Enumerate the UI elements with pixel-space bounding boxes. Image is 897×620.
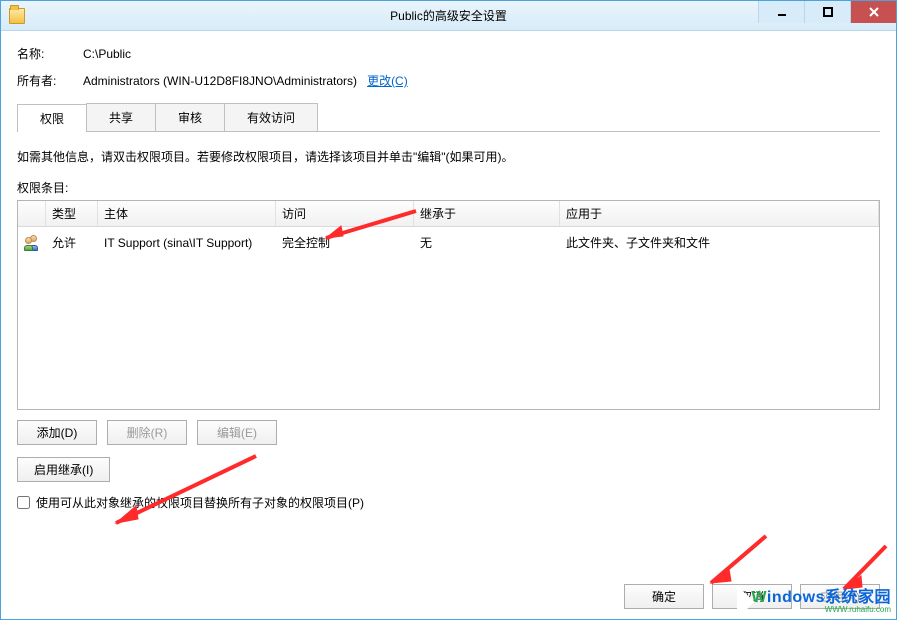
col-type[interactable]: 类型 bbox=[46, 201, 98, 226]
apply-button[interactable]: 应用(A) bbox=[800, 584, 880, 609]
minimize-button[interactable] bbox=[758, 1, 804, 23]
table-row[interactable]: 允许 IT Support (sina\IT Support) 完全控制 无 此… bbox=[18, 227, 879, 258]
replace-child-permissions-label[interactable]: 使用可从此对象继承的权限项目替换所有子对象的权限项目(P) bbox=[36, 494, 364, 511]
add-button[interactable]: 添加(D) bbox=[17, 420, 97, 445]
cell-apply: 此文件夹、子文件夹和文件 bbox=[560, 230, 879, 255]
change-owner-link[interactable]: 更改(C) bbox=[367, 72, 408, 89]
col-access[interactable]: 访问 bbox=[276, 201, 414, 226]
cell-inherit: 无 bbox=[414, 230, 560, 255]
annotation-arrow bbox=[701, 531, 771, 591]
cell-principal: IT Support (sina\IT Support) bbox=[98, 232, 276, 254]
tab-permissions[interactable]: 权限 bbox=[17, 104, 87, 132]
close-button[interactable] bbox=[850, 1, 896, 23]
grid-header: 类型 主体 访问 继承于 应用于 bbox=[18, 201, 879, 227]
cell-access: 完全控制 bbox=[276, 230, 414, 255]
col-inherit[interactable]: 继承于 bbox=[414, 201, 560, 226]
col-principal[interactable]: 主体 bbox=[98, 201, 276, 226]
permission-grid[interactable]: 类型 主体 访问 继承于 应用于 允许 IT Support (sina\IT … bbox=[17, 200, 880, 410]
titlebar: Public的高级安全设置 bbox=[1, 1, 896, 31]
tabstrip: 权限 共享 审核 有效访问 bbox=[17, 103, 880, 132]
name-value: C:\Public bbox=[83, 47, 131, 61]
owner-value: Administrators (WIN-U12D8FI8JNO\Administ… bbox=[83, 74, 357, 88]
entries-label: 权限条目: bbox=[17, 179, 880, 196]
ok-button[interactable]: 确定 bbox=[624, 584, 704, 609]
cancel-button[interactable]: 取消 bbox=[712, 584, 792, 609]
enable-inherit-button[interactable]: 启用继承(I) bbox=[17, 457, 110, 482]
owner-label: 所有者: bbox=[17, 72, 83, 89]
col-apply[interactable]: 应用于 bbox=[560, 201, 879, 226]
edit-button[interactable]: 编辑(E) bbox=[197, 420, 277, 445]
replace-child-permissions-checkbox[interactable] bbox=[17, 496, 30, 509]
cell-type: 允许 bbox=[46, 230, 98, 255]
tab-effective-access[interactable]: 有效访问 bbox=[224, 103, 318, 131]
instruction-text: 如需其他信息，请双击权限项目。若要修改权限项目，请选择该项目并单击"编辑"(如果… bbox=[17, 148, 880, 165]
remove-button[interactable]: 删除(R) bbox=[107, 420, 187, 445]
maximize-button[interactable] bbox=[804, 1, 850, 23]
users-icon bbox=[24, 235, 40, 251]
tab-audit[interactable]: 审核 bbox=[155, 103, 225, 131]
name-label: 名称: bbox=[17, 45, 83, 62]
tab-share[interactable]: 共享 bbox=[86, 103, 156, 131]
